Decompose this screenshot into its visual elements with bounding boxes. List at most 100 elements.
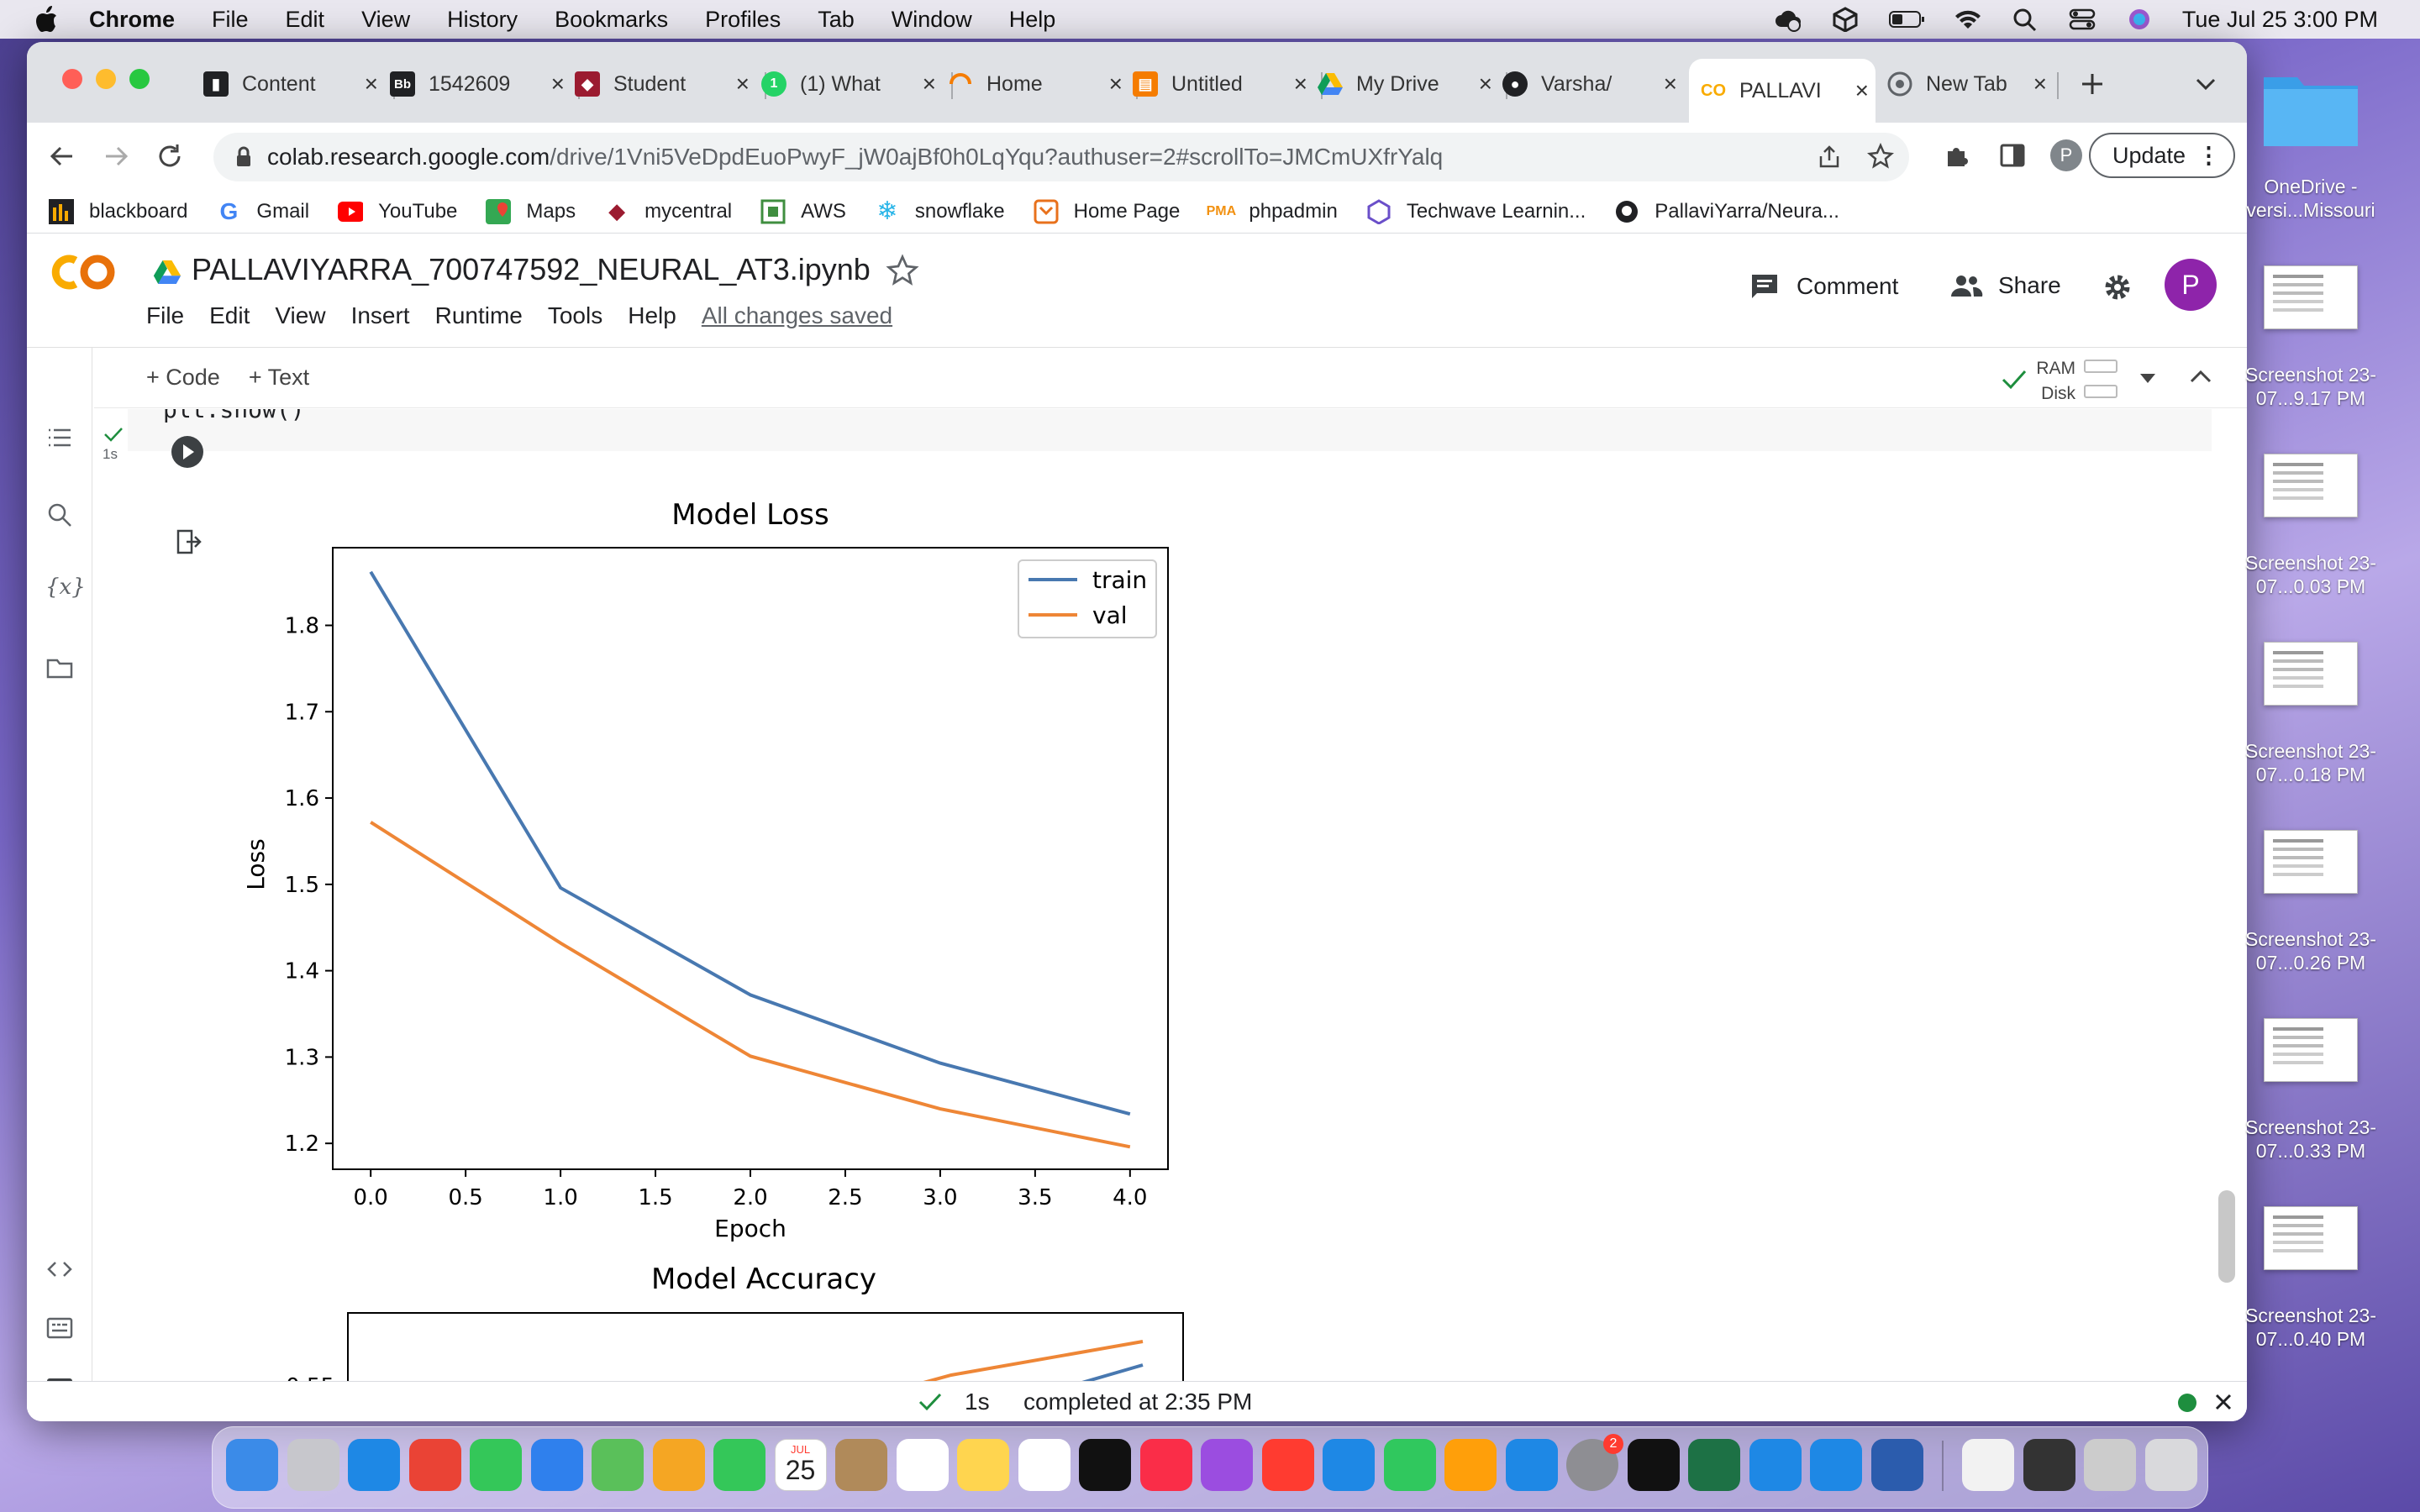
tab-home[interactable]: Home ×: [948, 59, 1129, 109]
tab-student[interactable]: ◆ Student ×: [575, 59, 756, 109]
screenshot-label-6[interactable]: Screenshot 23-07...0.40 PM: [2227, 1304, 2395, 1351]
table-of-contents-icon[interactable]: [45, 423, 74, 452]
side-panel-icon[interactable]: [1998, 141, 2027, 170]
settings-gear-icon[interactable]: [2101, 270, 2134, 304]
menu-edit[interactable]: Edit: [286, 7, 325, 33]
bookmark-blackboard[interactable]: blackboard: [49, 198, 187, 224]
facetime-icon[interactable]: [713, 1439, 765, 1491]
bookmark-gmail[interactable]: G Gmail: [216, 198, 310, 224]
tab-search-chevron-icon[interactable]: [2193, 74, 2218, 94]
music-icon[interactable]: [1139, 1439, 1192, 1491]
menu-history[interactable]: History: [447, 7, 518, 33]
colab-menu-view[interactable]: View: [275, 302, 325, 329]
menu-profiles[interactable]: Profiles: [705, 7, 781, 33]
onedrive-folder-label[interactable]: OneDrive - versi...Missouri: [2227, 175, 2395, 222]
menu-file[interactable]: File: [212, 7, 249, 33]
vscode-icon[interactable]: [1749, 1439, 1802, 1491]
spotlight-search-icon[interactable]: [2011, 7, 2039, 32]
close-tab-icon[interactable]: ×: [1855, 77, 1869, 104]
bookmark-techwave[interactable]: Techwave Learnin...: [1366, 198, 1586, 224]
apple-icon[interactable]: [34, 5, 59, 34]
bookmark-github-neural[interactable]: PallaviYarra/Neura...: [1614, 199, 1839, 224]
tab-my-drive[interactable]: My Drive ×: [1318, 59, 1499, 109]
menu-view[interactable]: View: [361, 7, 410, 33]
launchpad-icon[interactable]: [287, 1439, 339, 1491]
screenshot-label-1[interactable]: Screenshot 23-07...9.17 PM: [2227, 363, 2395, 410]
disk-meter[interactable]: [2084, 385, 2118, 398]
star-notebook-icon[interactable]: [886, 254, 919, 287]
mail-icon[interactable]: [530, 1439, 583, 1491]
ram-meter[interactable]: [2084, 360, 2118, 373]
contacts-icon[interactable]: [835, 1439, 887, 1491]
find-replace-search-icon[interactable]: [45, 501, 74, 529]
extensions-puzzle-icon[interactable]: [1943, 141, 1971, 170]
bookmark-home-page[interactable]: Home Page: [1034, 199, 1180, 224]
address-bar[interactable]: colab.research.google.com/drive/1Vni5VeD…: [213, 133, 1909, 181]
menu-tab[interactable]: Tab: [818, 7, 855, 33]
control-center-icon[interactable]: [2068, 7, 2096, 32]
bookmark-star-icon[interactable]: [1867, 143, 1894, 170]
menu-window[interactable]: Window: [892, 7, 972, 33]
terminal-window-icon[interactable]: [2023, 1439, 2075, 1491]
bookmark-aws[interactable]: AWS: [760, 199, 846, 224]
screenshot-label-2[interactable]: Screenshot 23-07...0.03 PM: [2227, 551, 2395, 598]
kernel-status-dot-icon[interactable]: [2178, 1394, 2196, 1412]
minimize-window-icon[interactable]: [96, 69, 116, 89]
comment-button[interactable]: Comment: [1749, 272, 1898, 301]
notes-icon[interactable]: [957, 1439, 1009, 1491]
code-snippets-icon[interactable]: [45, 1255, 74, 1284]
box-icon[interactable]: [1831, 7, 1860, 32]
close-status-icon[interactable]: [2213, 1392, 2233, 1412]
colab-menu-file[interactable]: File: [146, 302, 184, 329]
screenshot-thumbnail-6[interactable]: [2264, 1206, 2358, 1270]
close-window-icon[interactable]: [62, 69, 82, 89]
ram-disk-labels[interactable]: RAM Disk: [2035, 356, 2075, 407]
google-drive-icon[interactable]: [153, 260, 182, 284]
forward-arrow-icon[interactable]: [99, 139, 133, 173]
bookmark-youtube[interactable]: YouTube: [338, 199, 457, 224]
close-tab-icon[interactable]: ×: [551, 71, 565, 97]
chrome-icon[interactable]: [408, 1439, 461, 1491]
battery-icon[interactable]: [1888, 7, 1925, 32]
screenshot-thumbnail-2[interactable]: [2264, 454, 2358, 517]
finder-icon[interactable]: [226, 1439, 278, 1491]
photos-icon[interactable]: [652, 1439, 705, 1491]
lock-icon[interactable]: [235, 146, 252, 168]
command-palette-icon[interactable]: [45, 1314, 74, 1342]
document-icon[interactable]: [1962, 1439, 2014, 1491]
close-tab-icon[interactable]: ×: [1109, 71, 1123, 97]
colab-menu-help[interactable]: Help: [628, 302, 676, 329]
update-button[interactable]: Update ⋮: [2089, 133, 2235, 178]
apple-tv-icon[interactable]: [1079, 1439, 1131, 1491]
colab-menu-edit[interactable]: Edit: [209, 302, 250, 329]
share-page-icon[interactable]: [1817, 144, 1842, 170]
back-arrow-icon[interactable]: [45, 139, 79, 173]
resource-dropdown-icon[interactable]: [2138, 370, 2158, 386]
close-tab-icon[interactable]: ×: [736, 71, 750, 97]
bookmark-mycentral[interactable]: ◆ mycentral: [604, 198, 732, 224]
files-folder-icon[interactable]: [45, 654, 74, 682]
python-window-icon[interactable]: [2084, 1439, 2136, 1491]
tab-content[interactable]: ▮ Content ×: [203, 59, 385, 109]
menu-help[interactable]: Help: [1009, 7, 1056, 33]
add-code-button[interactable]: + Code: [146, 365, 220, 391]
numbers-icon[interactable]: [1383, 1439, 1436, 1491]
freeform-icon[interactable]: [1018, 1439, 1071, 1491]
onedrive-folder-icon[interactable]: [2260, 66, 2361, 150]
menu-clock[interactable]: Tue Jul 25 3:00 PM: [2182, 7, 2378, 33]
terminal-icon[interactable]: [1627, 1439, 1680, 1491]
kebab-menu-icon[interactable]: ⋮: [2197, 143, 2220, 169]
collapse-chevron-up-icon[interactable]: [2188, 366, 2213, 386]
colab-menu-insert[interactable]: Insert: [351, 302, 410, 329]
close-tab-icon[interactable]: ×: [1479, 71, 1492, 97]
reload-icon[interactable]: [153, 139, 187, 173]
close-tab-icon[interactable]: ×: [1294, 71, 1307, 97]
screenshot-thumbnail-5[interactable]: [2264, 1018, 2358, 1082]
menu-app-name[interactable]: Chrome: [89, 7, 175, 33]
tab-untitled[interactable]: ▤ Untitled ×: [1133, 59, 1314, 109]
save-status[interactable]: All changes saved: [702, 302, 892, 329]
share-button[interactable]: Share: [1949, 272, 2061, 299]
tab-new-tab[interactable]: New Tab ×: [1876, 59, 2054, 109]
status-message[interactable]: completed at 2:35 PM: [1023, 1389, 1252, 1415]
keynote-icon[interactable]: [1323, 1439, 1375, 1491]
